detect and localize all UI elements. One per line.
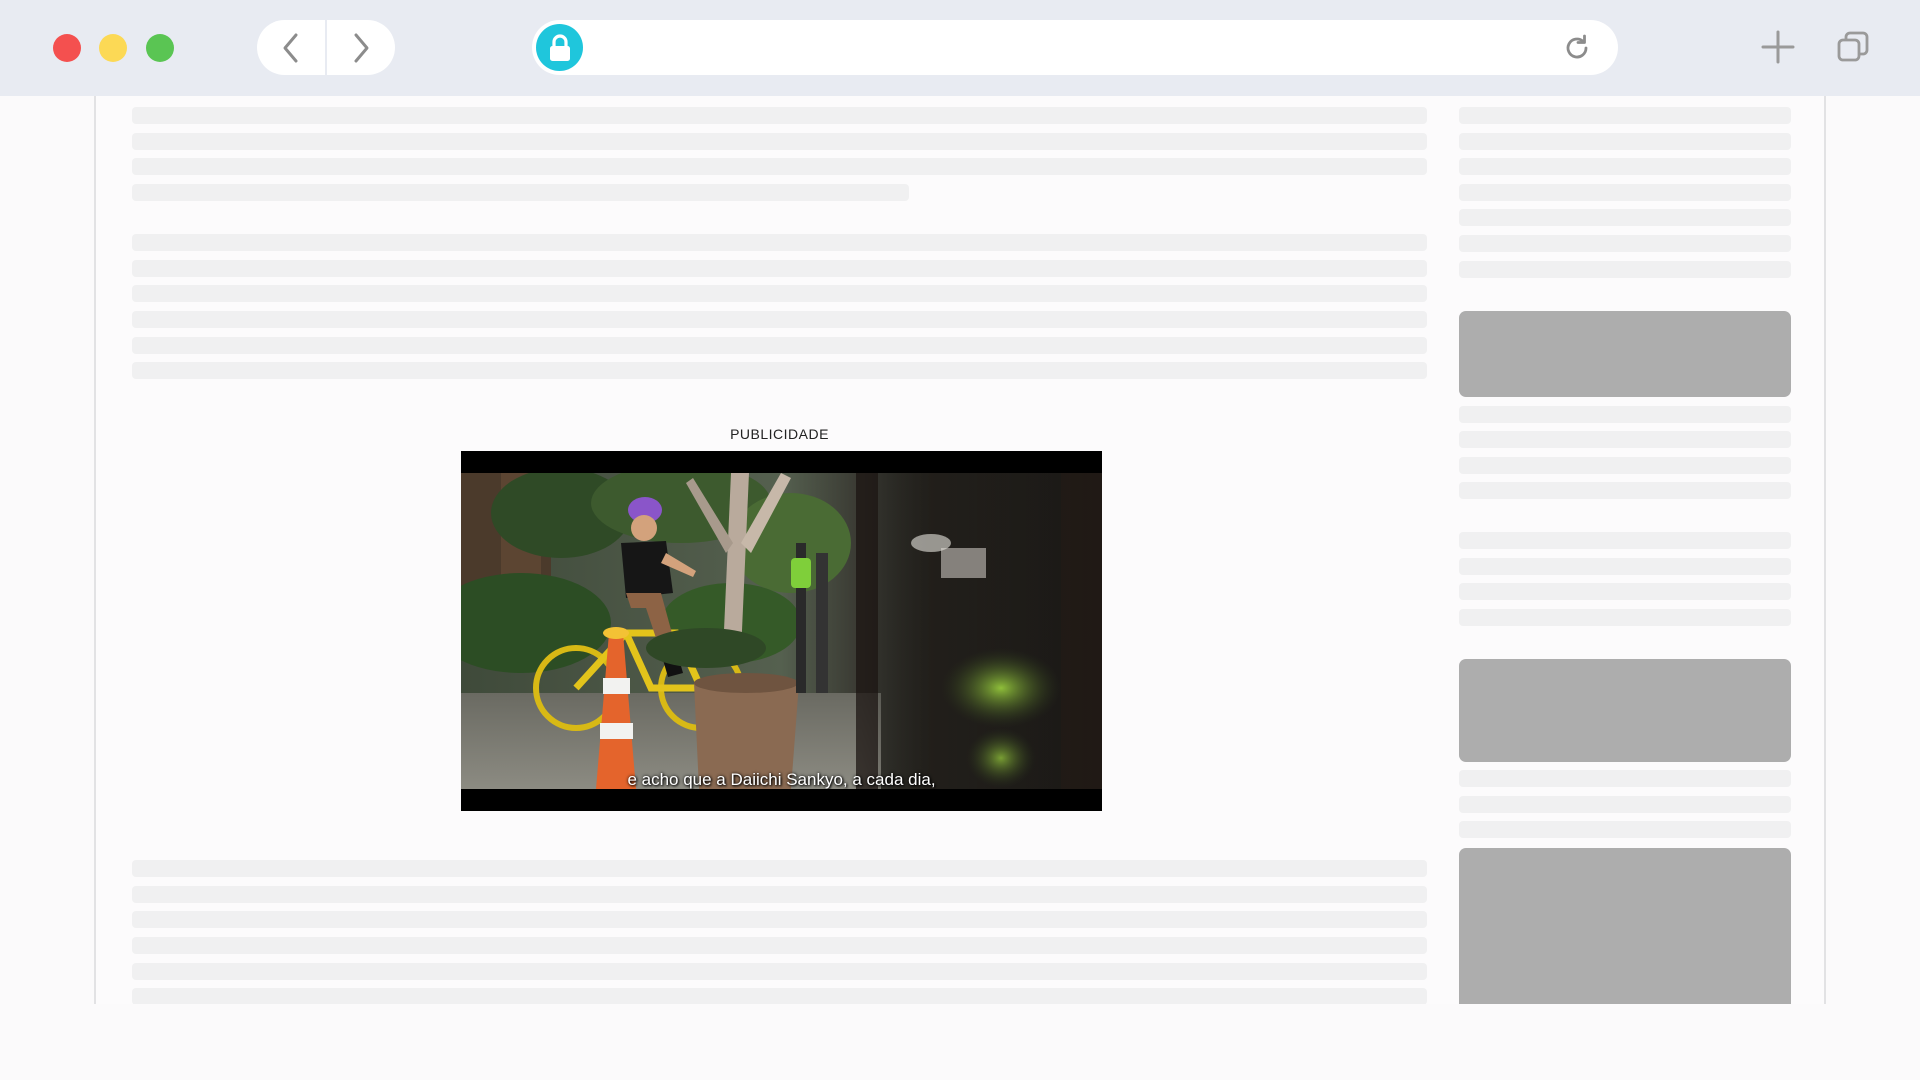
- placeholder-line: [132, 963, 1427, 980]
- plus-icon: [1761, 30, 1795, 64]
- sidebar-image-placeholder: [1459, 659, 1791, 762]
- placeholder-line: [132, 860, 1427, 877]
- sidebar-placeholder-line: [1459, 558, 1791, 575]
- ad-label: PUBLICIDADE: [730, 426, 829, 442]
- web-page: PUBLICIDADE e acho que a Daiichi Sankyo,…: [94, 96, 1826, 1004]
- tabs-icon: [1837, 31, 1869, 62]
- sidebar-placeholder-line: [1459, 609, 1791, 626]
- sidebar-image-placeholder: [1459, 848, 1791, 1004]
- address-bar[interactable]: [532, 20, 1618, 75]
- sidebar-placeholder-line: [1459, 261, 1791, 278]
- placeholder-line: [132, 911, 1427, 928]
- placeholder-line: [132, 158, 1427, 175]
- chevron-right-icon: [354, 33, 369, 62]
- sidebar-placeholder-line: [1459, 821, 1791, 838]
- placeholder-line: [132, 234, 1427, 251]
- chevron-left-icon: [283, 33, 298, 62]
- reload-button[interactable]: [1562, 33, 1592, 63]
- forward-button[interactable]: [327, 20, 395, 75]
- sidebar-placeholder-line: [1459, 107, 1791, 124]
- sidebar-placeholder-line: [1459, 796, 1791, 813]
- sidebar-placeholder-line: [1459, 482, 1791, 499]
- lock-icon: [536, 24, 583, 71]
- placeholder-line: [132, 184, 909, 201]
- sidebar-placeholder-line: [1459, 431, 1791, 448]
- new-tab-button[interactable]: [1760, 29, 1796, 65]
- sidebar-placeholder-line: [1459, 158, 1791, 175]
- sidebar-placeholder-line: [1459, 184, 1791, 201]
- placeholder-line: [132, 260, 1427, 277]
- placeholder-line: [132, 886, 1427, 903]
- ad-video-player[interactable]: e acho que a Daiichi Sankyo, a cada dia,: [461, 451, 1102, 811]
- placeholder-line: [132, 311, 1427, 328]
- sidebar-placeholder-line: [1459, 532, 1791, 549]
- browser-toolbar: [0, 0, 1920, 96]
- back-button[interactable]: [257, 20, 325, 75]
- reload-icon: [1566, 34, 1588, 59]
- placeholder-line: [132, 988, 1427, 1004]
- sidebar-placeholder-line: [1459, 406, 1791, 423]
- video-frame: e acho que a Daiichi Sankyo, a cada dia,: [461, 473, 1102, 789]
- placeholder-line: [132, 133, 1427, 150]
- sidebar-placeholder-line: [1459, 235, 1791, 252]
- sidebar-placeholder-line: [1459, 457, 1791, 474]
- maximize-window-button[interactable]: [146, 34, 174, 62]
- navigation-buttons: [257, 20, 395, 75]
- sidebar-image-placeholder: [1459, 311, 1791, 397]
- sidebar-placeholder-line: [1459, 133, 1791, 150]
- video-subtitle: e acho que a Daiichi Sankyo, a cada dia,: [627, 770, 936, 789]
- sidebar-placeholder-line: [1459, 583, 1791, 600]
- placeholder-line: [132, 362, 1427, 379]
- close-window-button[interactable]: [53, 34, 81, 62]
- placeholder-line: [132, 937, 1427, 954]
- placeholder-line: [132, 107, 1427, 124]
- sidebar-placeholder-line: [1459, 209, 1791, 226]
- minimize-window-button[interactable]: [99, 34, 127, 62]
- placeholder-line: [132, 337, 1427, 354]
- sidebar-placeholder-line: [1459, 770, 1791, 787]
- tabs-overview-button[interactable]: [1836, 30, 1870, 64]
- placeholder-line: [132, 285, 1427, 302]
- video-scene-image: [461, 473, 1102, 789]
